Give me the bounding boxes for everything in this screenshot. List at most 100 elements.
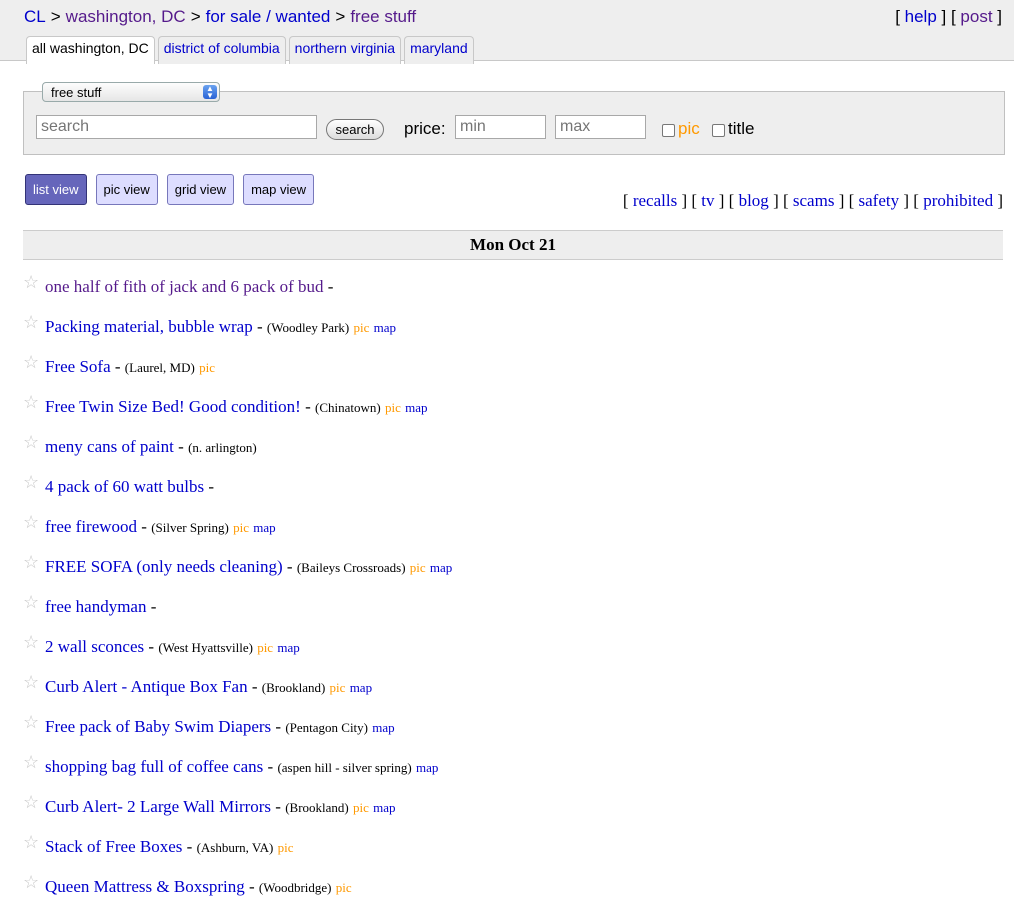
search-form: free stuff ▲▼ search price: pic title [23, 82, 1005, 155]
breadcrumb-category-link[interactable]: free stuff [350, 7, 416, 26]
listing-location: (Pentagon City) [285, 720, 368, 735]
breadcrumb-section-link[interactable]: for sale / wanted [206, 7, 331, 26]
select-arrows-icon: ▲ ▼ [203, 85, 217, 100]
favorite-star-icon[interactable]: ☆ [23, 313, 39, 331]
favorite-star-icon[interactable]: ☆ [23, 553, 39, 571]
listing-title-link[interactable]: FREE SOFA (only needs cleaning) [45, 557, 283, 576]
info-links: [ recalls ] [ tv ] [ blog ] [ scams ] [ … [622, 191, 1003, 210]
date-header: Mon Oct 21 [23, 230, 1003, 260]
listing-row: ☆ Free Twin Size Bed! Good condition! - (… [23, 393, 1003, 433]
search-input[interactable] [36, 115, 317, 139]
listing-title-link[interactable]: Curb Alert- 2 Large Wall Mirrors [45, 797, 271, 816]
favorite-star-icon[interactable]: ☆ [23, 633, 39, 651]
category-select-value: free stuff [51, 85, 102, 100]
listing-row: ☆ Curb Alert- 2 Large Wall Mirrors - (Bro… [23, 793, 1003, 833]
listing-dash: - [275, 797, 281, 816]
category-select[interactable]: free stuff ▲ ▼ [42, 82, 220, 102]
listing-line: 4 pack of 60 watt bulbs - [45, 477, 214, 497]
listing-title-link[interactable]: Free pack of Baby Swim Diapers [45, 717, 271, 736]
listing-location: (Ashburn, VA) [196, 840, 274, 855]
favorite-star-icon[interactable]: ☆ [23, 833, 39, 851]
listing-line: Packing material, bubble wrap - (Woodley… [45, 317, 396, 337]
title-checkbox[interactable] [712, 124, 725, 137]
pic-tag: pic [353, 800, 369, 815]
pic-view-button[interactable]: pic view [95, 174, 158, 205]
listing-row: ☆ Free Sofa - (Laurel, MD) pic [23, 353, 1003, 393]
favorite-star-icon[interactable]: ☆ [23, 393, 39, 411]
listing-title-link[interactable]: Free Sofa [45, 357, 111, 376]
map-link[interactable]: map [350, 680, 372, 695]
post-link[interactable]: post [960, 7, 992, 26]
map-link[interactable]: map [416, 760, 438, 775]
listing-dash: - [267, 757, 274, 776]
tab-maryland[interactable]: maryland [404, 36, 474, 64]
prohibited-link[interactable]: prohibited [923, 191, 993, 210]
listing-line: free handyman - [45, 597, 156, 617]
breadcrumb-city-link[interactable]: washington, DC [66, 7, 186, 26]
listing-row: ☆ 4 pack of 60 watt bulbs - [23, 473, 1003, 513]
tv-link[interactable]: tv [701, 191, 714, 210]
help-link[interactable]: help [905, 7, 937, 26]
favorite-star-icon[interactable]: ☆ [23, 433, 39, 451]
favorite-star-icon[interactable]: ☆ [23, 353, 39, 371]
map-link[interactable]: map [373, 800, 395, 815]
favorite-star-icon[interactable]: ☆ [23, 793, 39, 811]
pic-checkbox-label[interactable]: pic [678, 119, 700, 139]
favorite-star-icon[interactable]: ☆ [23, 673, 39, 691]
favorite-star-icon[interactable]: ☆ [23, 273, 39, 291]
listing-line: Curb Alert - Antique Box Fan - (Brooklan… [45, 677, 372, 697]
blog-link[interactable]: blog [739, 191, 769, 210]
list-view-button[interactable]: list view [25, 174, 87, 205]
listing-title-link[interactable]: Free Twin Size Bed! Good condition! [45, 397, 301, 416]
listing-dash: - [208, 477, 215, 496]
listing-location: (Brookland) [261, 680, 326, 695]
favorite-star-icon[interactable]: ☆ [23, 713, 39, 731]
map-link[interactable]: map [277, 640, 299, 655]
listing-row: ☆ free handyman - [23, 593, 1003, 633]
listing-dash: - [286, 557, 293, 576]
grid-view-button[interactable]: grid view [166, 174, 235, 205]
tab-all-washington-dc[interactable]: all washington, DC [26, 36, 155, 64]
scams-link[interactable]: scams [793, 191, 835, 210]
listing-row: ☆ Stack of Free Boxes - (Ashburn, VA) pic [23, 833, 1003, 873]
map-link[interactable]: map [405, 400, 427, 415]
max-price-input[interactable] [555, 115, 646, 139]
map-link[interactable]: map [374, 320, 396, 335]
recalls-link[interactable]: recalls [633, 191, 677, 210]
listing-title-link[interactable]: 2 wall sconces [45, 637, 144, 656]
map-link[interactable]: map [253, 520, 275, 535]
listing-title-link[interactable]: free firewood [45, 517, 137, 536]
listing-title-link[interactable]: Queen Mattress & Boxspring [45, 877, 245, 896]
tab-district-of-columbia[interactable]: district of columbia [157, 36, 286, 64]
min-price-input[interactable] [455, 115, 546, 139]
pic-tag: pic [329, 680, 346, 695]
tab-northern-virginia[interactable]: northern virginia [288, 36, 402, 64]
map-link[interactable]: map [372, 720, 394, 735]
title-checkbox-label[interactable]: title [728, 119, 754, 139]
favorite-star-icon[interactable]: ☆ [23, 473, 39, 491]
listing-title-link[interactable]: one half of fith of jack and 6 pack of b… [45, 277, 324, 296]
safety-link[interactable]: safety [859, 191, 900, 210]
listing-title-link[interactable]: 4 pack of 60 watt bulbs [45, 477, 204, 496]
listing-title-link[interactable]: Packing material, bubble wrap [45, 317, 253, 336]
breadcrumb-cl-link[interactable]: CL [24, 7, 46, 26]
favorite-star-icon[interactable]: ☆ [23, 593, 39, 611]
search-button[interactable]: search [326, 119, 384, 140]
map-view-button[interactable]: map view [243, 174, 314, 205]
pic-tag: pic [199, 360, 215, 375]
listing-line: FREE SOFA (only needs cleaning) - (Baile… [45, 557, 452, 577]
listing-title-link[interactable]: meny cans of paint [45, 437, 174, 456]
pic-checkbox[interactable] [662, 124, 675, 137]
listing-dash: - [148, 637, 155, 656]
view-switcher: list view pic view grid view map view [25, 174, 314, 205]
listing-title-link[interactable]: Stack of Free Boxes [45, 837, 182, 856]
listing-title-link[interactable]: Curb Alert - Antique Box Fan [45, 677, 248, 696]
listing-row: ☆ shopping bag full of coffee cans - (asp… [23, 753, 1003, 793]
favorite-star-icon[interactable]: ☆ [23, 753, 39, 771]
listing-title-link[interactable]: free handyman [45, 597, 146, 616]
price-label: price: [404, 119, 446, 138]
favorite-star-icon[interactable]: ☆ [23, 513, 39, 531]
map-link[interactable]: map [430, 560, 452, 575]
listing-title-link[interactable]: shopping bag full of coffee cans [45, 757, 263, 776]
favorite-star-icon[interactable]: ☆ [23, 873, 39, 891]
